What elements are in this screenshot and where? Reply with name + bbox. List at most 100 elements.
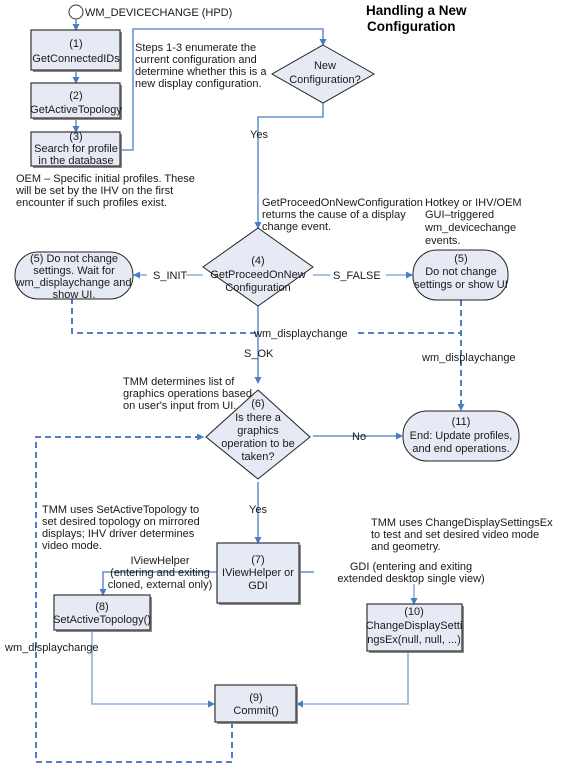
step10-node[interactable]: (10) ChangeDisplaySetti ngsEx(null, null… xyxy=(366,603,464,653)
step5-left-line4: show UI. xyxy=(53,289,96,301)
step2-label: GetActiveTopology xyxy=(30,104,122,116)
step9-node[interactable]: (9) Commit() xyxy=(214,684,298,724)
step11-line2: and end operations. xyxy=(412,443,509,455)
step8-node[interactable]: (8) SetActiveTopology() xyxy=(53,594,152,632)
step1-node[interactable]: (1) GetConnectedIDs xyxy=(30,29,122,72)
step5-left-terminator[interactable]: (5) Do not change settings. Wait for wm_… xyxy=(14,251,134,301)
note-tmm-topology: TMM uses SetActiveTopology to set desire… xyxy=(42,504,200,552)
svg-text:TMM uses ChangeDisplaySettings: TMM uses ChangeDisplaySettingsEx xyxy=(371,517,553,529)
edge-step10-step9 xyxy=(296,652,409,708)
svg-text:TMM uses SetActiveTopology to: TMM uses SetActiveTopology to xyxy=(42,504,199,516)
note-oem-profiles: OEM – Specific initial profiles. These w… xyxy=(15,173,195,209)
step5-right-line2: settings or show UI xyxy=(414,279,508,291)
step3-number: (3) xyxy=(69,131,82,143)
step5-right-terminator[interactable]: (5) Do not change settings or show UI xyxy=(412,249,509,301)
diagram-title-line2: Configuration xyxy=(367,19,455,34)
edge-label-no: No xyxy=(352,431,366,443)
step3-node[interactable]: (3) Search for profile in the database xyxy=(30,131,122,168)
circle-start-icon xyxy=(68,4,84,20)
edge-step8-step9 xyxy=(91,630,215,708)
svg-text:displays; IHV driver determine: displays; IHV driver determines xyxy=(42,528,195,540)
step1-label: GetConnectedIDs xyxy=(32,53,120,65)
diagram-title-line1: Handling a New xyxy=(366,3,467,18)
svg-text:OEM – Specific initial profile: OEM – Specific initial profiles. These xyxy=(16,173,195,185)
step3-line1: Search for profile xyxy=(34,143,118,155)
step7-line2: GDI xyxy=(248,580,268,592)
step8-label: SetActiveTopology() xyxy=(53,614,151,626)
svg-text:will be set by the IHV on the: will be set by the IHV on the first xyxy=(15,185,173,197)
step5-left-line1: (5) Do not change xyxy=(30,253,118,265)
step5-left-line2: settings. Wait for xyxy=(33,265,115,277)
step9-number: (9) xyxy=(249,692,262,704)
step5-right-number: (5) xyxy=(454,253,467,265)
edge-dashed-left-a xyxy=(71,298,200,334)
step6-number: (6) xyxy=(251,398,264,410)
edge-label-wm-displaychange-right: wm_displaychange xyxy=(421,352,516,364)
step3-line2: in the database xyxy=(38,155,113,167)
edge-label-s-false: S_FALSE xyxy=(333,270,381,282)
edge-label-wm-displaychange-mid: wm_displaychange xyxy=(253,328,348,340)
svg-text:graphics operations based: graphics operations based xyxy=(123,388,252,400)
svg-text:change event.: change event. xyxy=(262,221,331,233)
step7-line1: IViewHelper or xyxy=(222,567,294,579)
svg-text:IViewHelper: IViewHelper xyxy=(130,555,189,567)
svg-text:events.: events. xyxy=(425,235,460,247)
svg-text:new display configuration.: new display configuration. xyxy=(135,78,262,90)
svg-text:determine whether this is a: determine whether this is a xyxy=(135,66,267,78)
step11-end-terminator[interactable]: (11) End: Update profiles, and end opera… xyxy=(402,410,520,462)
step6-line2: graphics xyxy=(237,425,279,437)
svg-text:and geometry.: and geometry. xyxy=(371,541,441,553)
svg-text:Hotkey or IHV/OEM: Hotkey or IHV/OEM xyxy=(425,197,522,209)
new-config-line2: Configuration? xyxy=(289,74,361,86)
step11-line1: End: Update profiles, xyxy=(410,430,513,442)
svg-text:current configuration and: current configuration and xyxy=(135,54,257,66)
step2-node[interactable]: (2) GetActiveTopology xyxy=(30,82,122,120)
flowchart-diagram: Handling a New Configuration WM_DEVICECH… xyxy=(4,3,553,763)
edge-label-yes1: Yes xyxy=(250,129,268,141)
svg-text:TMM determines list of: TMM determines list of xyxy=(123,376,235,388)
note-get-proceed: GetProceedOnNewConfiguration returns the… xyxy=(262,197,423,233)
edge-label-iviewhelper: IViewHelper (entering and exiting cloned… xyxy=(108,555,213,591)
step10-line2: ngsEx(null, null, ...) xyxy=(367,634,461,646)
svg-text:to test and set desired video: to test and set desired video mode xyxy=(371,529,539,541)
svg-text:GUI–triggered: GUI–triggered xyxy=(425,209,494,221)
svg-text:Steps 1-3 enumerate the: Steps 1-3 enumerate the xyxy=(135,42,256,54)
svg-text:set desired topology on mirror: set desired topology on mirrored xyxy=(42,516,200,528)
step5-right-line1: Do not change xyxy=(425,266,497,278)
note-hotkey: Hotkey or IHV/OEM GUI–triggered wm_devic… xyxy=(424,197,522,247)
svg-text:GDI (entering and exiting: GDI (entering and exiting xyxy=(350,561,472,573)
svg-text:extended desktop single view): extended desktop single view) xyxy=(337,573,484,585)
step4-decision[interactable]: (4) GetProceedOnNew Configuration xyxy=(202,227,314,307)
step1-number: (1) xyxy=(69,38,82,50)
svg-text:returns the cause of a display: returns the cause of a display xyxy=(262,209,406,221)
svg-text:on user's input from UI.: on user's input from UI. xyxy=(123,400,236,412)
step8-number: (8) xyxy=(95,601,108,613)
new-config-line1: New xyxy=(314,60,336,72)
step11-number: (11) xyxy=(452,416,471,428)
note-tmm-cds: TMM uses ChangeDisplaySettingsEx to test… xyxy=(371,517,553,553)
svg-text:cloned, external only): cloned, external only) xyxy=(108,579,213,591)
step7-node[interactable]: (7) IViewHelper or GDI xyxy=(216,542,301,605)
step10-line1: ChangeDisplaySetti xyxy=(366,620,463,632)
step6-line4: taken? xyxy=(241,451,274,463)
step4-line1: GetProceedOnNew xyxy=(210,269,305,281)
svg-text:video mode.: video mode. xyxy=(42,540,102,552)
new-config-decision[interactable]: New Configuration? xyxy=(270,44,376,104)
note-tmm-list: TMM determines list of graphics operatio… xyxy=(123,376,252,412)
svg-text:(entering and exiting: (entering and exiting xyxy=(110,567,210,579)
step4-number: (4) xyxy=(251,255,264,267)
svg-text:encounter if such profiles exi: encounter if such profiles exist. xyxy=(16,197,167,209)
edge-label-wm-displaychange-left: wm_displaychange xyxy=(4,642,99,654)
edge-label-gdi: GDI (entering and exiting extended deskt… xyxy=(337,561,484,585)
edge-label-yes2: Yes xyxy=(249,504,267,516)
note-steps-1-3: Steps 1-3 enumerate the current configur… xyxy=(135,42,267,90)
step2-number: (2) xyxy=(69,90,82,102)
edge-label-s-init: S_INIT xyxy=(153,270,188,282)
step5-left-line3: wm_displaychange and xyxy=(16,277,132,289)
step4-line2: Configuration xyxy=(225,282,290,294)
step9-label: Commit() xyxy=(233,705,278,717)
svg-text:wm_devicechange: wm_devicechange xyxy=(424,222,516,234)
step10-number: (10) xyxy=(404,606,424,618)
svg-text:GetProceedOnNewConfiguration: GetProceedOnNewConfiguration xyxy=(262,197,423,209)
edge-label-s-ok: S_OK xyxy=(244,348,274,360)
